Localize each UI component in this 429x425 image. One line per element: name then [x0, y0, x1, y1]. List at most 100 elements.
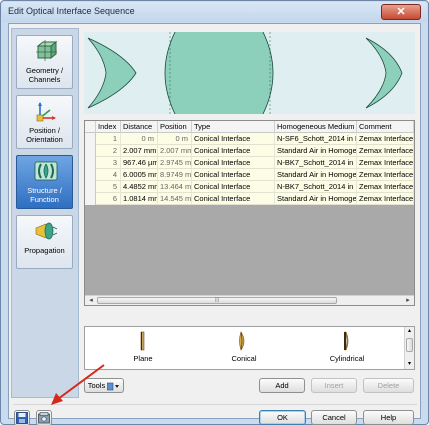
nav-structure-label: Structure / Function: [27, 186, 62, 204]
dialog-client-area: Geometry / Channels Position / Orientati…: [8, 23, 421, 425]
column-header-type[interactable]: Type: [192, 121, 275, 133]
nav-structure-button[interactable]: Structure / Function: [16, 155, 73, 209]
cell-position: 13.464 mr: [160, 181, 192, 193]
row-header[interactable]: [85, 157, 96, 169]
cell-type[interactable]: Conical Interface: [192, 169, 275, 181]
header-gutter: [85, 121, 96, 133]
cell-index: 6: [96, 193, 121, 205]
cell-index: 1: [96, 133, 121, 145]
cell-type[interactable]: Conical Interface: [192, 193, 275, 205]
cell-index: 5: [96, 181, 121, 193]
column-header-distance[interactable]: Distance: [121, 121, 158, 133]
cell-medium[interactable]: N-BK7_Schott_2014 in H: [275, 181, 357, 193]
cell-distance[interactable]: 967.46 µm: [121, 157, 158, 169]
cell-distance[interactable]: 6.0005 mm: [121, 169, 158, 181]
table-row[interactable]: 4 6.0005 mm 8.9749 mr Conical Interface …: [85, 169, 414, 181]
lens-structure-icon: [34, 161, 58, 181]
row-header[interactable]: [85, 133, 96, 145]
cell-comment[interactable]: Zemax Interface: [357, 169, 414, 181]
cancel-button[interactable]: Cancel: [311, 410, 357, 425]
column-header-index[interactable]: Index: [96, 121, 121, 133]
column-header-medium[interactable]: Homogeneous Medium: [275, 121, 357, 133]
cell-comment[interactable]: Zemax Interface: [357, 193, 414, 205]
cell-index: 2: [96, 145, 121, 157]
scroll-left-arrow[interactable]: ◂: [86, 296, 96, 305]
palette-label-conical: Conical: [231, 354, 257, 363]
ok-button[interactable]: OK: [259, 410, 306, 425]
scroll-right-arrow[interactable]: ▸: [403, 296, 413, 305]
lens-preview: [84, 29, 415, 117]
table-row[interactable]: 3 967.46 µm 2.9745 mr Conical Interface …: [85, 157, 414, 169]
cell-position: 0 m: [158, 133, 192, 145]
annotation-arrow: [51, 364, 105, 405]
scroll-grip: |||: [215, 297, 219, 303]
cell-distance[interactable]: 2.007 mm: [121, 145, 158, 157]
cell-type[interactable]: Conical Interface: [192, 145, 275, 157]
cell-medium[interactable]: Standard Air in Homogen: [275, 145, 357, 157]
help-button[interactable]: Help: [363, 410, 414, 425]
save-button[interactable]: [14, 410, 30, 425]
palette-label-cylindrical: Cylindrical: [329, 354, 365, 363]
catalog-icon: [38, 412, 50, 424]
cell-index: 3: [96, 157, 121, 169]
lens-preview-drawing: [87, 29, 403, 117]
cell-distance[interactable]: 4.4852 mm: [121, 181, 158, 193]
cell-comment[interactable]: Zemax Interface: [357, 157, 414, 169]
cell-medium[interactable]: N-BK7_Schott_2014 in H: [275, 157, 357, 169]
cell-index: 4: [96, 169, 121, 181]
conical-interface-icon: [239, 331, 245, 351]
palette-item-cylindrical[interactable]: Cylindrical: [307, 329, 387, 367]
column-header-comment[interactable]: Comment: [357, 121, 414, 133]
table-row[interactable]: 6 1.0814 mm 14.545 mr Conical Interface …: [85, 193, 414, 205]
cell-comment[interactable]: Zemax Interface: [357, 133, 414, 145]
geometry-cube-icon: [36, 40, 58, 61]
cell-position: 2.007 mm: [160, 145, 192, 157]
nav-propagation-button[interactable]: Propagation: [16, 215, 73, 269]
cell-type[interactable]: Conical Interface: [192, 133, 275, 145]
cell-position: 2.9745 mr: [160, 157, 192, 169]
axes-icon: [36, 102, 56, 122]
cell-distance[interactable]: 0 m: [121, 133, 158, 145]
scroll-down-arrow[interactable]: ▾: [405, 360, 414, 369]
title-bar[interactable]: Edit Optical Interface Sequence ✕: [2, 2, 427, 22]
palette-vertical-scrollbar[interactable]: ▴ ▾: [404, 327, 414, 369]
cell-comment[interactable]: Zemax Interface: [357, 145, 414, 157]
cell-comment[interactable]: Zemax Interface: [357, 181, 414, 193]
table-row[interactable]: 1 0 m 0 m Conical Interface N-SF6_Schott…: [85, 133, 414, 145]
close-button[interactable]: ✕: [381, 4, 421, 20]
cell-type[interactable]: Conical Interface: [192, 157, 275, 169]
cell-medium[interactable]: Standard Air in Homogen: [275, 193, 357, 205]
cell-position: 8.9749 mr: [160, 169, 192, 181]
beam-propagation-icon: [35, 222, 58, 240]
cell-distance[interactable]: 1.0814 mm: [121, 193, 158, 205]
insert-button[interactable]: Insert: [311, 378, 357, 393]
row-header[interactable]: [85, 181, 96, 193]
row-header[interactable]: [85, 169, 96, 181]
left-nav-panel: Geometry / Channels Position / Orientati…: [11, 28, 79, 398]
palette-item-conical[interactable]: Conical: [204, 329, 284, 367]
column-header-position[interactable]: Position: [158, 121, 192, 133]
row-header[interactable]: [85, 145, 96, 157]
table-horizontal-scrollbar[interactable]: ◂ ||| ▸: [85, 295, 414, 305]
plane-interface-icon: [140, 331, 145, 351]
interface-table: Index Distance Position Type Homogeneous…: [84, 120, 415, 306]
catalog-button[interactable]: [36, 410, 52, 425]
nav-geometry-button[interactable]: Geometry / Channels: [16, 35, 73, 89]
cell-type[interactable]: Conical Interface: [192, 181, 275, 193]
add-button[interactable]: Add: [259, 378, 305, 393]
table-row[interactable]: 5 4.4852 mm 13.464 mr Conical Interface …: [85, 181, 414, 193]
cell-medium[interactable]: Standard Air in Homogen: [275, 169, 357, 181]
row-header[interactable]: [85, 193, 96, 205]
cell-medium[interactable]: N-SF6_Schott_2014 in H: [275, 133, 357, 145]
lens-element-2: [164, 29, 274, 117]
scroll-up-arrow[interactable]: ▴: [405, 327, 414, 336]
scroll-thumb[interactable]: |||: [97, 297, 337, 304]
delete-button[interactable]: Delete: [363, 378, 414, 393]
nav-propagation-label: Propagation: [24, 246, 65, 255]
cell-position: 14.545 mr: [160, 193, 192, 205]
nav-position-button[interactable]: Position / Orientation: [16, 95, 73, 149]
table-row[interactable]: 2 2.007 mm 2.007 mm Conical Interface St…: [85, 145, 414, 157]
palette-scroll-thumb[interactable]: [406, 338, 413, 352]
lens-element-3: [365, 37, 403, 109]
lens-element-1: [87, 37, 137, 109]
